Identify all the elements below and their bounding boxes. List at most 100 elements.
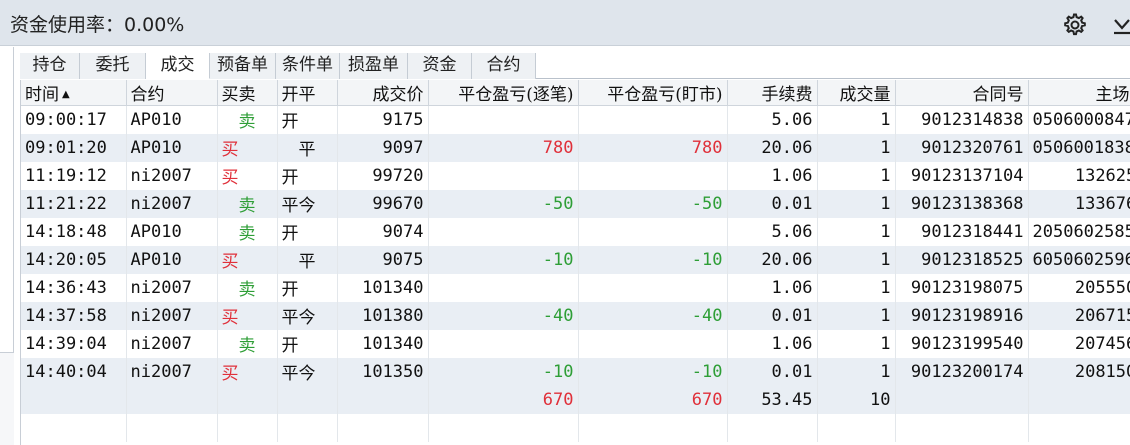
tab-bar: 持仓 委托 成交 预备单 条件单 损盈单 资金 合约 <box>20 53 1130 79</box>
cell-price: 101380 <box>337 301 429 330</box>
cell-time: 09:00:17 <box>21 105 127 134</box>
cell-contract: ni2007 <box>126 189 218 218</box>
left-panel-edge <box>0 47 14 445</box>
cell-exchange-no: 1326250 <box>1028 161 1130 190</box>
col-header-volume[interactable]: 成交量 <box>817 80 896 106</box>
total-pnl-mark: 670 <box>578 385 728 414</box>
cell-empty <box>337 413 429 442</box>
cell-pnl-mark <box>578 217 728 246</box>
cell-time: 14:37:58 <box>21 301 127 330</box>
cell-time: 14:18:48 <box>21 217 127 246</box>
col-header-fee[interactable]: 手续费 <box>727 80 818 106</box>
cell-exchange-no: 2055500 <box>1028 273 1130 302</box>
tab-3[interactable]: 预备单 <box>210 53 276 79</box>
table-row[interactable]: 14:39:04 ni2007 卖开 101340 1.06 1 90123199540 20… <box>21 329 1130 358</box>
cell-order-no: 90123138368 <box>895 189 1029 218</box>
cell-order-no: 9012314838 <box>895 105 1029 134</box>
total-row: 670 670 53.45 10 <box>21 385 1130 414</box>
cell-volume: 1 <box>817 329 896 358</box>
cell-price: 9097 <box>337 133 429 162</box>
cell-side: 卖 <box>217 217 278 246</box>
cell-fee: 0.01 <box>727 301 818 330</box>
empty-row <box>21 413 1130 442</box>
table-row[interactable]: 09:00:17 AP010 卖开 9175 5.06 1 9012314838 050600… <box>21 105 1130 134</box>
cell-pnl-mark: -10 <box>578 357 728 386</box>
cell-empty <box>21 385 127 414</box>
table-row[interactable]: 14:40:04 ni2007 买平今 101350 -10 -10 0.01 1 901232… <box>21 357 1130 386</box>
tab-1[interactable]: 委托 <box>80 53 146 79</box>
cell-empty <box>578 413 728 442</box>
cell-fee: 20.06 <box>727 245 818 274</box>
tab-6[interactable]: 资金 <box>408 53 472 79</box>
table-row[interactable]: 09:01:20 AP010 买平 9097 780 780 20.06 1 901232076… <box>21 133 1130 162</box>
tab-5[interactable]: 损盈单 <box>340 53 408 79</box>
cell-price: 9175 <box>337 105 429 134</box>
cell-contract: ni2007 <box>126 357 218 386</box>
cell-side: 卖 <box>217 105 278 134</box>
sort-asc-icon: ▲ <box>62 89 70 100</box>
cell-order-no: 90123137104 <box>895 161 1029 190</box>
cell-exchange-no: 2074560 <box>1028 329 1130 358</box>
col-header-order-no[interactable]: 合同号 <box>895 80 1029 106</box>
col-header-exchange-no[interactable]: 主场号 <box>1028 80 1130 106</box>
cell-exchange-no: 1336760 <box>1028 189 1130 218</box>
cell-pnl-mark <box>578 105 728 134</box>
col-header-price[interactable]: 成交价 <box>337 80 429 106</box>
tab-4[interactable]: 条件单 <box>276 53 340 79</box>
cell-open-close: 平今 <box>277 301 338 330</box>
cell-fee: 1.06 <box>727 329 818 358</box>
cell-time: 14:39:04 <box>21 329 127 358</box>
cell-fee: 1.06 <box>727 273 818 302</box>
cell-empty <box>895 385 1029 414</box>
download-icon[interactable] <box>1112 12 1130 36</box>
cell-fee: 5.06 <box>727 105 818 134</box>
cell-empty <box>337 385 429 414</box>
col-header-contract[interactable]: 合约 <box>126 80 218 106</box>
left-panel-notch <box>0 352 14 445</box>
table-row[interactable]: 14:20:05 AP010 买平 9075 -10 -10 20.06 1 901231852… <box>21 245 1130 274</box>
table-row[interactable]: 11:19:12 ni2007 买开 99720 1.06 1 90123137104 132… <box>21 161 1130 190</box>
col-header-side[interactable]: 买卖 <box>217 80 278 106</box>
cell-empty <box>817 413 896 442</box>
table-row[interactable]: 11:21:22 ni2007 卖平今 99670 -50 -50 0.01 1 9012313… <box>21 189 1130 218</box>
cell-open-close: 开 <box>277 217 338 246</box>
cell-empty <box>217 385 278 414</box>
table-row[interactable]: 14:36:43 ni2007 卖开 101340 1.06 1 90123198075 20… <box>21 273 1130 302</box>
cell-contract: AP010 <box>126 105 218 134</box>
cell-fee: 20.06 <box>727 133 818 162</box>
cell-side: 卖 <box>217 273 278 302</box>
cell-open-close: 开 <box>277 161 338 190</box>
cell-pnl-trade: -50 <box>428 189 579 218</box>
cell-empty <box>277 385 338 414</box>
cell-volume: 1 <box>817 161 896 190</box>
cell-volume: 1 <box>817 357 896 386</box>
cell-price: 101350 <box>337 357 429 386</box>
cell-order-no: 9012318525 <box>895 245 1029 274</box>
cell-time: 11:21:22 <box>21 189 127 218</box>
gear-icon[interactable] <box>1062 12 1086 36</box>
col-header-open-close[interactable]: 开平 <box>277 80 338 106</box>
fund-usage-label: 资金使用率：0.00% <box>10 14 185 36</box>
cell-order-no: 9012318441 <box>895 217 1029 246</box>
cell-empty <box>277 413 338 442</box>
cell-volume: 1 <box>817 133 896 162</box>
col-header-pnl-mark[interactable]: 平仓盈亏(盯市) <box>578 80 728 106</box>
cell-fee: 0.01 <box>727 357 818 386</box>
trades-grid: 时间 ▲ 合约 买卖 开平 成交价 平仓盈亏(逐笔) 平仓盈亏(盯市) 手续费 成… <box>20 80 1130 445</box>
col-header-time[interactable]: 时间 ▲ <box>21 80 127 106</box>
tab-7[interactable]: 合约 <box>472 53 536 79</box>
cell-time: 14:20:05 <box>21 245 127 274</box>
cell-pnl-mark <box>578 273 728 302</box>
cell-volume: 1 <box>817 217 896 246</box>
tab-2[interactable]: 成交 <box>146 53 210 79</box>
total-fee: 53.45 <box>727 385 818 414</box>
trades-table: 时间 ▲ 合约 买卖 开平 成交价 平仓盈亏(逐笔) 平仓盈亏(盯市) 手续费 成… <box>21 80 1130 442</box>
cell-contract: AP010 <box>126 245 218 274</box>
cell-exchange-no: 2067150 <box>1028 301 1130 330</box>
col-header-pnl-trade[interactable]: 平仓盈亏(逐笔) <box>428 80 579 106</box>
table-row[interactable]: 14:18:48 AP010 卖开 9074 5.06 1 9012318441 205060… <box>21 217 1130 246</box>
table-row[interactable]: 14:37:58 ni2007 买平今 101380 -40 -40 0.01 1 901231… <box>21 301 1130 330</box>
cell-fee: 1.06 <box>727 161 818 190</box>
cell-open-close: 平 <box>277 245 338 274</box>
tab-0[interactable]: 持仓 <box>20 53 80 79</box>
